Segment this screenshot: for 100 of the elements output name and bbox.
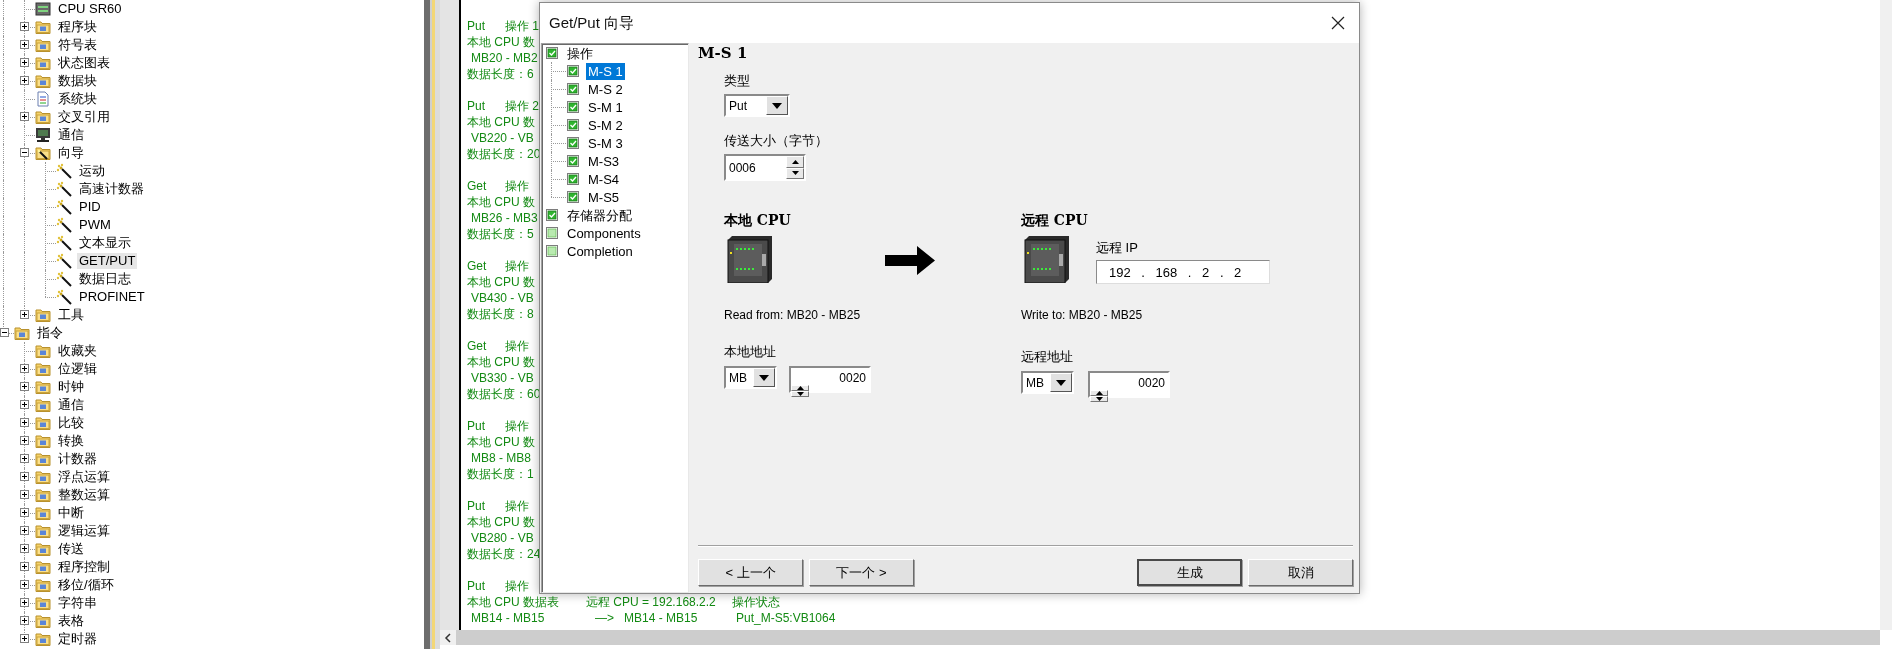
- tree-item[interactable]: 定时器: [56, 631, 99, 647]
- dropdown[interactable]: MB: [1021, 371, 1074, 394]
- tree-item[interactable]: PWM: [77, 217, 113, 233]
- expander-button[interactable]: [20, 40, 29, 49]
- tree-item[interactable]: 交叉引用: [56, 109, 112, 125]
- nav-item[interactable]: M-S 2: [586, 80, 625, 98]
- expander-button[interactable]: [20, 562, 29, 571]
- horizontal-scrollbar[interactable]: [440, 630, 1880, 645]
- tree-item[interactable]: 位逻辑: [56, 361, 99, 377]
- tree-item[interactable]: 字符串: [56, 595, 99, 611]
- nav-item[interactable]: Completion: [565, 242, 635, 260]
- up-arrow-icon[interactable]: [796, 386, 804, 390]
- caret-icon[interactable]: [1056, 379, 1066, 386]
- tree-item[interactable]: 收藏夹: [56, 343, 99, 359]
- expander-button[interactable]: [20, 112, 29, 121]
- checkbox[interactable]: [567, 65, 579, 77]
- tree-item[interactable]: 逻辑运算: [56, 523, 112, 539]
- tree-item[interactable]: 符号表: [56, 37, 99, 53]
- expander-button[interactable]: [20, 148, 29, 157]
- tree-item[interactable]: 时钟: [56, 379, 86, 395]
- tree-item[interactable]: 程序块: [56, 19, 99, 35]
- expander-button[interactable]: [20, 472, 29, 481]
- tree-item[interactable]: 浮点运算: [56, 469, 112, 485]
- tree-item[interactable]: 转换: [56, 433, 86, 449]
- nav-item[interactable]: S-M 2: [586, 116, 625, 134]
- caret-icon[interactable]: [759, 374, 769, 381]
- dropdown[interactable]: MB: [724, 366, 777, 389]
- tree-item[interactable]: 通信: [56, 127, 86, 143]
- tree-item[interactable]: PROFINET: [77, 289, 147, 305]
- expander-button[interactable]: [20, 526, 29, 535]
- tree-item[interactable]: 传送: [56, 541, 86, 557]
- tree-item[interactable]: 程序控制: [56, 559, 112, 575]
- wizard-button[interactable]: 下一个 >: [809, 559, 914, 586]
- checkbox[interactable]: [546, 227, 558, 239]
- expander-button[interactable]: [20, 364, 29, 373]
- expander-button[interactable]: [20, 580, 29, 589]
- checkbox[interactable]: [546, 245, 558, 257]
- dialog-button[interactable]: 生成: [1137, 559, 1242, 586]
- nav-item[interactable]: M-S4: [586, 170, 622, 188]
- expander-button[interactable]: [20, 22, 29, 31]
- nav-item[interactable]: S-M 1: [586, 98, 625, 116]
- nav-item[interactable]: M-S 1: [586, 62, 625, 80]
- down-arrow-icon[interactable]: [796, 392, 804, 396]
- expander-button[interactable]: [20, 544, 29, 553]
- expander-button[interactable]: [20, 508, 29, 517]
- checkbox[interactable]: [567, 173, 579, 185]
- nav-item[interactable]: S-M 3: [586, 134, 625, 152]
- tree-item[interactable]: 整数运算: [56, 487, 112, 503]
- ip-address-field[interactable]: 192 . 168 . 2 . 2: [1096, 260, 1270, 284]
- tree-item[interactable]: 系统块: [56, 91, 99, 107]
- tree-item[interactable]: 计数器: [56, 451, 99, 467]
- expander-button[interactable]: [20, 400, 29, 409]
- expander-button[interactable]: [20, 598, 29, 607]
- vertical-scrollbar[interactable]: [1880, 0, 1892, 630]
- expander-button[interactable]: [0, 328, 9, 337]
- dropdown[interactable]: Put: [724, 94, 790, 117]
- up-arrow-icon[interactable]: [791, 159, 799, 164]
- expander-button[interactable]: [20, 454, 29, 463]
- dialog-button[interactable]: 取消: [1248, 559, 1353, 586]
- tree-item[interactable]: 向导: [56, 145, 86, 161]
- expander-button[interactable]: [20, 436, 29, 445]
- caret-icon[interactable]: [772, 102, 782, 109]
- checkbox[interactable]: [567, 191, 579, 203]
- tree-item[interactable]: 高速计数器: [77, 181, 146, 197]
- tree-item[interactable]: 指令: [35, 325, 65, 341]
- down-arrow-icon[interactable]: [1095, 397, 1103, 401]
- tree-item[interactable]: 工具: [56, 307, 86, 323]
- tree-item[interactable]: 文本显示: [77, 235, 133, 251]
- up-arrow-icon[interactable]: [1095, 391, 1103, 395]
- nav-item[interactable]: Components: [565, 224, 643, 242]
- tree-item[interactable]: 数据块: [56, 73, 99, 89]
- expander-button[interactable]: [20, 382, 29, 391]
- nav-item[interactable]: 操作: [565, 44, 595, 62]
- checkbox[interactable]: [567, 101, 579, 113]
- tree-item[interactable]: 状态图表: [56, 55, 112, 71]
- tree-item[interactable]: 中断: [56, 505, 86, 521]
- expander-button[interactable]: [20, 418, 29, 427]
- checkbox[interactable]: [546, 47, 558, 59]
- expander-button[interactable]: [20, 490, 29, 499]
- checkbox[interactable]: [567, 119, 579, 131]
- nav-item[interactable]: M-S3: [586, 152, 622, 170]
- tree-item[interactable]: 表格: [56, 613, 86, 629]
- tree-item[interactable]: 数据日志: [77, 271, 133, 287]
- tree-item[interactable]: CPU SR60: [56, 1, 124, 17]
- wizard-button[interactable]: < 上一个: [698, 559, 803, 586]
- tree-item[interactable]: 运动: [77, 163, 107, 179]
- number-field[interactable]: 0006: [724, 154, 806, 181]
- checkbox[interactable]: [546, 209, 558, 221]
- tree-item[interactable]: GET/PUT: [77, 253, 138, 269]
- chevron-left-icon[interactable]: [444, 632, 452, 643]
- down-arrow-icon[interactable]: [791, 171, 799, 176]
- nav-item[interactable]: M-S5: [586, 188, 622, 206]
- checkbox[interactable]: [567, 83, 579, 95]
- expander-button[interactable]: [20, 616, 29, 625]
- checkbox[interactable]: [567, 137, 579, 149]
- expander-button[interactable]: [20, 58, 29, 67]
- expander-button[interactable]: [20, 634, 29, 643]
- tree-item[interactable]: 移位/循环: [56, 577, 116, 593]
- tree-item[interactable]: 比较: [56, 415, 86, 431]
- tree-item[interactable]: PID: [77, 199, 103, 215]
